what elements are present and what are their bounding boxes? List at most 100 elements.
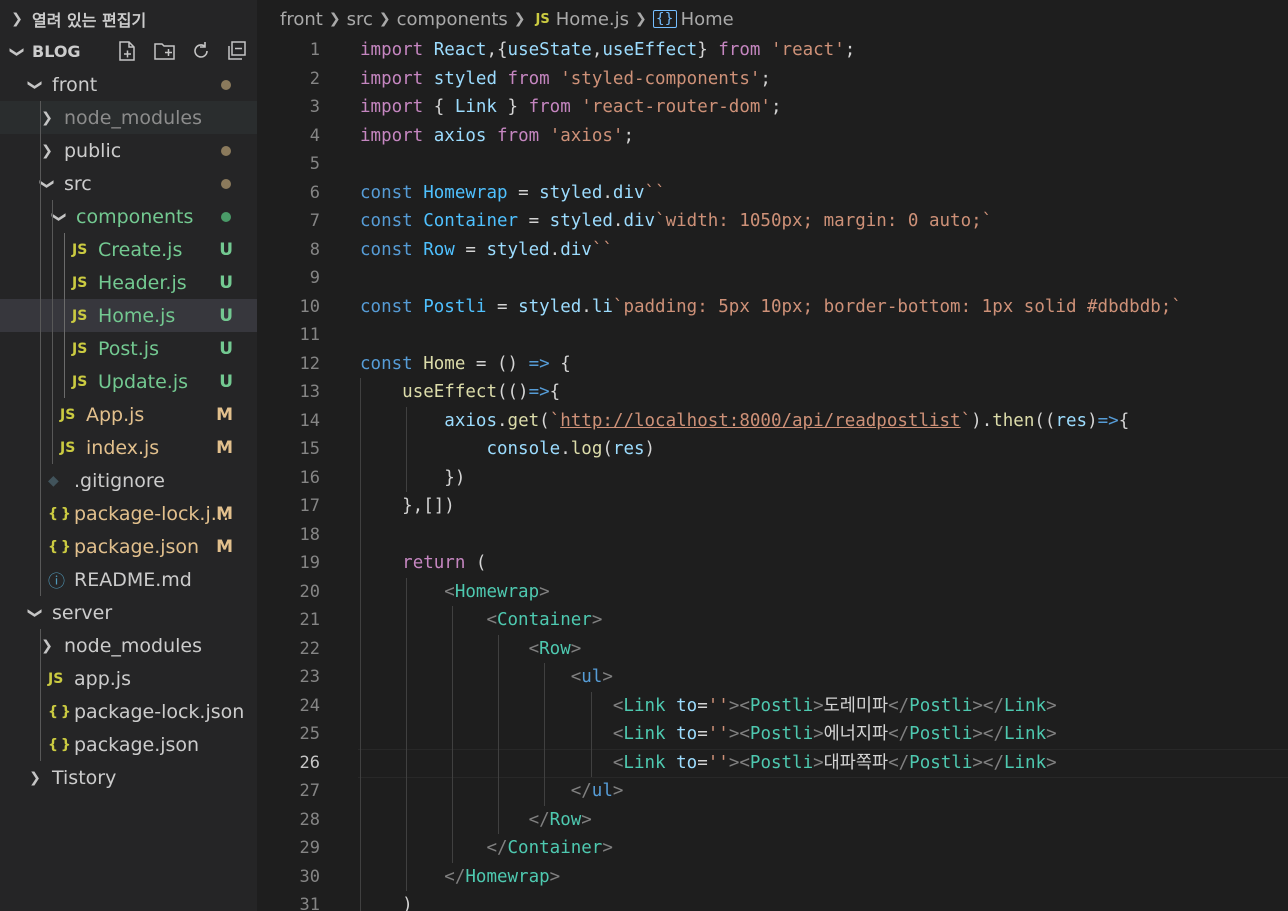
code-line[interactable]: 16 }) xyxy=(258,464,1288,493)
code-line[interactable]: 18 xyxy=(258,521,1288,550)
tree-item[interactable]: JS Update.js U xyxy=(0,365,257,398)
code-line[interactable]: 13 useEffect(()=>{ xyxy=(258,378,1288,407)
tree-item-label: Tistory xyxy=(52,766,117,789)
code-token: } xyxy=(697,40,719,60)
code-line[interactable]: 23 <ul> xyxy=(258,663,1288,692)
tree-item[interactable]: ❯ public xyxy=(0,134,257,167)
tree-item[interactable]: JS app.js xyxy=(0,662,257,695)
tree-item[interactable]: JS Home.js U xyxy=(0,299,257,332)
code-line[interactable]: 8 const Row = styled.div`` xyxy=(258,236,1288,265)
tree-item[interactable]: ❯ node_modules xyxy=(0,101,257,134)
code-token: , xyxy=(486,40,497,60)
line-number: 15 xyxy=(299,439,320,459)
code-token: > xyxy=(612,781,624,801)
tree-item[interactable]: ❯ server xyxy=(0,596,257,629)
open-editors-header[interactable]: ❯ 열려 있는 편집기 xyxy=(0,2,257,35)
tree-item[interactable]: JS App.js M xyxy=(0,398,257,431)
git-status-badge: U xyxy=(219,371,233,392)
code-line[interactable]: 20 <Homewrap> xyxy=(258,578,1288,607)
code-token: ></ xyxy=(972,724,1004,744)
tree-item[interactable]: { } package-lock.j... M xyxy=(0,497,257,530)
code-line[interactable]: 5 xyxy=(258,150,1288,179)
breadcrumb-symbol[interactable]: Home xyxy=(681,9,734,30)
code-line[interactable]: 15 console.log(res) xyxy=(258,435,1288,464)
code-line[interactable]: 6 const Homewrap = styled.div`` xyxy=(258,179,1288,208)
code-line[interactable]: 12 const Home = () => { xyxy=(258,350,1288,379)
breadcrumb-file[interactable]: Home.js xyxy=(556,9,629,30)
code-token: Link xyxy=(1003,724,1047,744)
tree-item[interactable]: ❯ node_modules xyxy=(0,629,257,662)
tree-item[interactable]: ❯ front xyxy=(0,68,257,101)
tree-item[interactable]: JS index.js M xyxy=(0,431,257,464)
json-file-icon: { } xyxy=(48,505,71,522)
code-line[interactable]: 11 xyxy=(258,321,1288,350)
code-token: </ xyxy=(888,752,910,773)
code-line[interactable]: 27 </ul> xyxy=(258,777,1288,806)
code-token: Homewrap xyxy=(423,182,508,203)
code-line[interactable]: 30 </Homewrap> xyxy=(258,863,1288,892)
code-line[interactable]: 28 </Row> xyxy=(258,806,1288,835)
code-token: div xyxy=(612,182,645,203)
code-token: const xyxy=(360,239,413,260)
line-text: <ul> xyxy=(360,663,613,692)
code-line[interactable]: 25 <Link to=''><Postli>에너지파</Postli></Li… xyxy=(258,720,1288,749)
code-line[interactable]: 24 <Link to=''><Postli>도레미파</Postli></Li… xyxy=(258,692,1288,721)
code-token: = xyxy=(697,724,708,744)
tree-item[interactable]: { } package.json xyxy=(0,728,257,761)
code-line[interactable]: 10 const Postli = styled.li`padding: 5px … xyxy=(258,293,1288,322)
tree-item[interactable]: JS Header.js U xyxy=(0,266,257,299)
code-line[interactable]: 19 return ( xyxy=(258,549,1288,578)
code-line[interactable]: 2 import styled from 'styled-components'; xyxy=(258,65,1288,94)
tree-item[interactable]: ◆ .gitignore xyxy=(0,464,257,497)
tree-item[interactable]: { } package.json M xyxy=(0,530,257,563)
breadcrumb-item[interactable]: components xyxy=(397,9,508,30)
line-number: 14 xyxy=(299,410,320,431)
code-token: { xyxy=(1118,410,1130,431)
tree-item[interactable]: ❯ components xyxy=(0,200,257,233)
code-line[interactable]: 14 axios.get(`http://localhost:8000/api/… xyxy=(258,407,1288,436)
code-line[interactable]: 29 </Container> xyxy=(258,834,1288,863)
tree-item[interactable]: { } package-lock.json xyxy=(0,695,257,728)
json-file-icon: { } xyxy=(48,538,71,555)
code-token: = xyxy=(697,752,708,773)
breadcrumb-item[interactable]: front xyxy=(280,9,323,30)
code-token: . xyxy=(581,296,592,317)
code-token: useState xyxy=(507,40,592,60)
code-editor[interactable]: front ❯ src ❯ components ❯ JS Home.js ❯ … xyxy=(258,0,1288,911)
code-line[interactable]: 21 <Container> xyxy=(258,606,1288,635)
code-line[interactable]: 1 import React,{useState,useEffect} from … xyxy=(258,36,1288,65)
code-line[interactable]: 22 <Row> xyxy=(258,635,1288,664)
code-token: from xyxy=(497,125,540,146)
breadcrumb-item[interactable]: src xyxy=(347,9,373,30)
code-token: 'react' xyxy=(771,40,845,60)
tree-item[interactable]: ⓘ README.md xyxy=(0,563,257,596)
new-file-icon[interactable] xyxy=(116,40,138,67)
tree-item[interactable]: JS Create.js U xyxy=(0,233,257,266)
project-header[interactable]: ❯ BLOG xyxy=(0,35,257,68)
line-text: useEffect(()=>{ xyxy=(360,378,560,407)
code-token: { xyxy=(549,353,571,374)
code-line[interactable]: 9 xyxy=(258,264,1288,293)
code-token: ` xyxy=(960,410,972,431)
new-folder-icon[interactable] xyxy=(153,40,177,67)
code-token: ) xyxy=(1087,410,1098,431)
collapse-all-icon[interactable] xyxy=(226,40,248,67)
git-status-badge: M xyxy=(216,404,233,425)
tree-item[interactable]: JS Post.js U xyxy=(0,332,257,365)
code-line[interactable]: 31 ) xyxy=(258,891,1288,911)
tree-item-label: Header.js xyxy=(98,271,187,294)
code-line[interactable]: 3 import { Link } from 'react-router-dom'… xyxy=(258,93,1288,122)
tree-item[interactable]: ❯ Tistory xyxy=(0,761,257,794)
code-token: => xyxy=(528,353,550,374)
code-line[interactable]: 26 <Link to=''><Postli>대파쪽파</Postli></Li… xyxy=(258,749,1288,778)
code-token: }) xyxy=(360,467,466,488)
refresh-icon[interactable] xyxy=(190,40,212,67)
code-token: > xyxy=(602,667,613,687)
tree-item[interactable]: ❯ src xyxy=(0,167,257,200)
code-line[interactable]: 4 import axios from 'axios'; xyxy=(258,122,1288,151)
code-line[interactable]: 7 const Container = styled.div`width: 105… xyxy=(258,207,1288,236)
code-line[interactable]: 17 },[]) xyxy=(258,492,1288,521)
